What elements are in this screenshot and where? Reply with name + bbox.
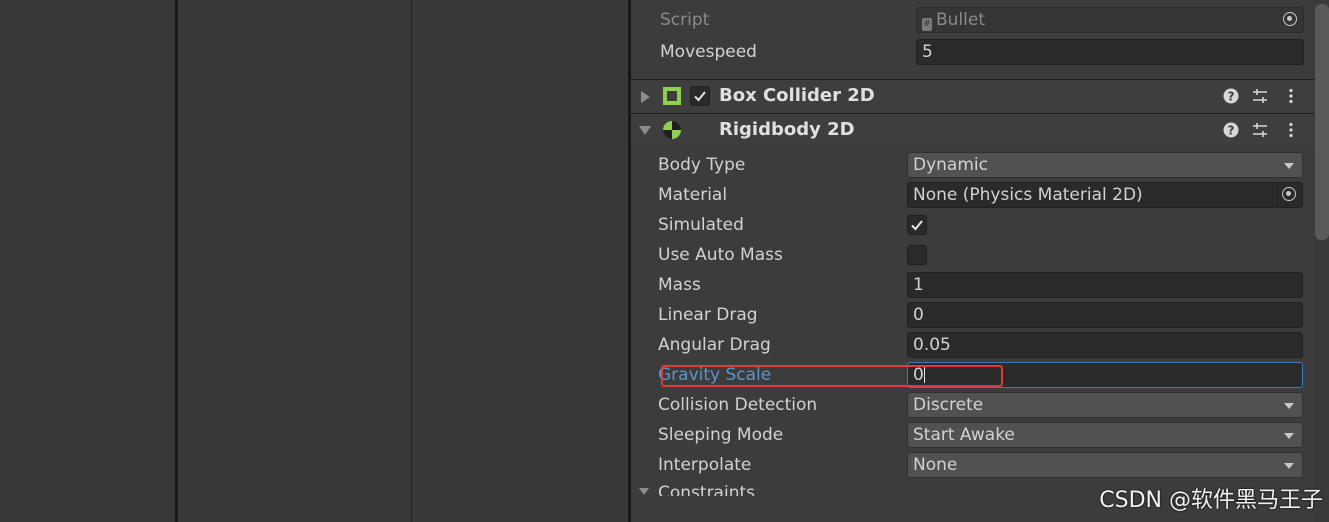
- angular-drag-input[interactable]: 0.05: [907, 332, 1303, 358]
- script-file-icon: #: [922, 18, 932, 31]
- interpolate-row: Interpolate None: [631, 450, 1311, 480]
- left-panel: [0, 0, 175, 522]
- movespeed-label: Movespeed: [660, 42, 757, 62]
- angular-drag-label: Angular Drag: [658, 335, 771, 355]
- foldout-open-icon[interactable]: [639, 488, 649, 495]
- use-auto-mass-label: Use Auto Mass: [658, 245, 783, 265]
- middle-panel: [178, 0, 411, 522]
- watermark: CSDN @软件黑马王子: [1099, 488, 1323, 513]
- annotation-highlight-box: [661, 365, 1003, 387]
- interpolate-label: Interpolate: [658, 455, 752, 475]
- sleeping-mode-label: Sleeping Mode: [658, 425, 784, 445]
- interpolate-dropdown[interactable]: None: [907, 452, 1303, 478]
- script-label: Script: [660, 10, 710, 30]
- scrollbar-thumb[interactable]: [1315, 4, 1329, 240]
- mass-row: Mass 1: [631, 270, 1311, 300]
- material-label: Material: [658, 185, 728, 205]
- sleeping-mode-row: Sleeping Mode Start Awake: [631, 420, 1311, 450]
- chevron-down-icon: [1284, 463, 1294, 469]
- sleeping-mode-value: Start Awake: [913, 425, 1015, 445]
- svg-text:?: ?: [1228, 124, 1235, 138]
- sleeping-mode-dropdown[interactable]: Start Awake: [907, 422, 1303, 448]
- chevron-down-icon: [1284, 163, 1294, 169]
- material-value: None (Physics Material 2D): [913, 185, 1143, 205]
- mass-label: Mass: [658, 275, 701, 295]
- box-collider-icon: [663, 87, 681, 105]
- presets-icon[interactable]: [1252, 122, 1268, 138]
- script-value: Bullet: [936, 10, 986, 30]
- help-icon[interactable]: ?: [1223, 122, 1239, 138]
- constraints-label: Constraints: [658, 483, 755, 496]
- body-type-dropdown[interactable]: Dynamic: [907, 152, 1303, 178]
- script-field[interactable]: # Bullet: [916, 7, 1304, 33]
- angular-drag-row: Angular Drag 0.05: [631, 330, 1311, 360]
- more-options-icon[interactable]: [1283, 122, 1299, 138]
- help-icon[interactable]: ?: [1223, 88, 1239, 104]
- object-picker-icon[interactable]: [1282, 187, 1296, 201]
- rigidbody-icon: [663, 121, 681, 139]
- chevron-down-icon: [1284, 403, 1294, 409]
- linear-drag-row: Linear Drag 0: [631, 300, 1311, 330]
- rigidbody-title: Rigidbody 2D: [719, 119, 855, 140]
- linear-drag-input[interactable]: 0: [907, 302, 1303, 328]
- collision-detection-row: Collision Detection Discrete: [631, 390, 1311, 420]
- script-row: Script # Bullet: [631, 5, 1311, 35]
- body-type-row: Body Type Dynamic: [631, 150, 1311, 180]
- chevron-down-icon: [1284, 433, 1294, 439]
- linear-drag-label: Linear Drag: [658, 305, 758, 325]
- collision-detection-value: Discrete: [913, 395, 984, 415]
- material-row: Material None (Physics Material 2D): [631, 180, 1311, 210]
- simulated-row: Simulated: [631, 210, 1311, 240]
- divider: [1277, 183, 1278, 207]
- body-type-value: Dynamic: [913, 155, 988, 175]
- inspector-panel: Script # Bullet Movespeed 5 Box Collider …: [631, 0, 1329, 522]
- body-type-label: Body Type: [658, 155, 746, 175]
- foldout-closed-icon[interactable]: [641, 91, 650, 103]
- svg-text:?: ?: [1228, 90, 1235, 104]
- object-picker-icon[interactable]: [1283, 12, 1297, 26]
- right-panel: [412, 0, 628, 522]
- collision-detection-dropdown[interactable]: Discrete: [907, 392, 1303, 418]
- more-options-icon[interactable]: [1283, 88, 1299, 104]
- movespeed-input[interactable]: 5: [916, 39, 1304, 65]
- box-collider-header[interactable]: Box Collider 2D ?: [631, 79, 1329, 112]
- use-auto-mass-row: Use Auto Mass: [631, 240, 1311, 270]
- rigidbody-header[interactable]: Rigidbody 2D ?: [631, 113, 1329, 146]
- material-field[interactable]: None (Physics Material 2D): [907, 182, 1303, 208]
- interpolate-value: None: [913, 455, 958, 475]
- movespeed-row: Movespeed 5: [631, 37, 1311, 67]
- collision-detection-label: Collision Detection: [658, 395, 818, 415]
- simulated-checkbox[interactable]: [907, 215, 927, 235]
- box-collider-enabled-checkbox[interactable]: [690, 86, 710, 106]
- mass-input[interactable]: 1: [907, 272, 1303, 298]
- presets-icon[interactable]: [1252, 88, 1268, 104]
- foldout-open-icon[interactable]: [639, 126, 651, 135]
- simulated-label: Simulated: [658, 215, 744, 235]
- use-auto-mass-checkbox[interactable]: [907, 245, 927, 265]
- box-collider-title: Box Collider 2D: [719, 85, 875, 106]
